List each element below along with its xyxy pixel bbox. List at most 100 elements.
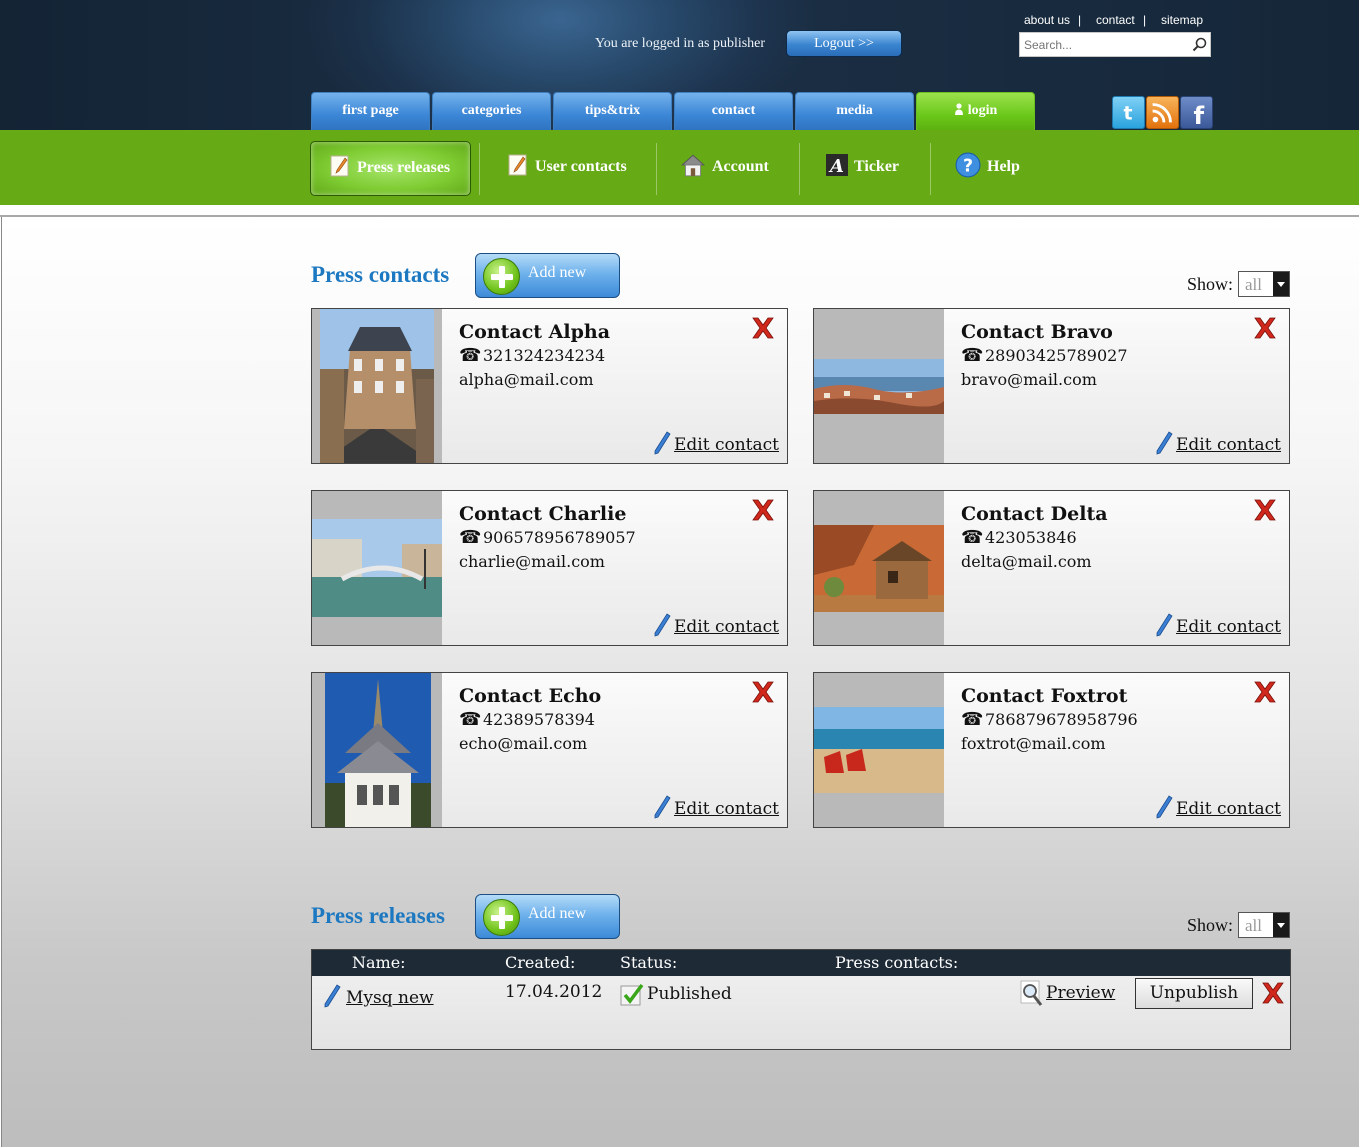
tab-login[interactable]: login [916, 92, 1035, 130]
subnav-ticker[interactable]: A Ticker [826, 141, 899, 196]
beach-chairs-photo [814, 707, 944, 793]
contact-name: Contact Bravo [961, 321, 1113, 343]
contact-email: bravo@mail.com [961, 370, 1097, 389]
subnav-user-contacts-label: User contacts [535, 158, 627, 175]
show-filter-label: Show: [1187, 915, 1234, 935]
contact-phone-number: 786879678958796 [985, 710, 1138, 729]
contact-photo-frame [312, 491, 442, 645]
subnav-user-contacts[interactable]: User contacts [507, 141, 627, 196]
show-filter-label: Show: [1187, 274, 1234, 294]
contact-card: Contact Bravo ☎28903425789027 bravo@mail… [813, 308, 1290, 464]
user-icon [954, 103, 963, 116]
top-link-about-us[interactable]: about us [1024, 13, 1070, 27]
edit-contact-label: Edit contact [674, 799, 779, 819]
search-box [1019, 32, 1211, 57]
edit-contact-label: Edit contact [1176, 617, 1281, 637]
preview-link[interactable]: Preview [1046, 983, 1115, 1003]
delete-icon[interactable] [1252, 315, 1278, 341]
contact-phone-number: 321324234234 [483, 346, 606, 365]
edit-contact-link[interactable]: Edit contact [1154, 794, 1281, 819]
table-header: Name: Created: Status: Press contacts: [312, 950, 1290, 976]
help-icon: ? [955, 152, 981, 178]
contact-phone: ☎423053846 [961, 527, 1077, 548]
contact-email: delta@mail.com [961, 552, 1092, 571]
delete-icon[interactable] [1252, 679, 1278, 705]
contact-email: alpha@mail.com [459, 370, 594, 389]
add-contact-label: Add new [528, 264, 587, 281]
rss-icon[interactable] [1146, 96, 1179, 129]
chevron-down-icon [1273, 913, 1289, 937]
contact-phone-number: 906578956789057 [483, 528, 636, 547]
pencil-icon [1156, 612, 1173, 637]
contacts-show-select[interactable]: all [1238, 271, 1290, 297]
select-value: all [1245, 916, 1262, 935]
subnav-press-releases[interactable]: Press releases [310, 141, 471, 196]
canal-bridge-photo [312, 519, 442, 617]
release-created-date: 17.04.2012 [505, 982, 603, 1002]
contact-phone-number: 42389578394 [483, 710, 595, 729]
release-status: Published [647, 984, 732, 1004]
svg-text:A: A [828, 156, 844, 176]
contact-card: Contact Alpha ☎321324234234 alpha@mail.c… [311, 308, 788, 464]
delete-icon[interactable] [750, 679, 776, 705]
contact-card: Contact Charlie ☎906578956789057 charlie… [311, 490, 788, 646]
subnav-account-label: Account [712, 158, 769, 175]
tab-login-label: login [967, 103, 998, 118]
search-input[interactable] [1024, 36, 1184, 54]
tab-media[interactable]: media [795, 92, 914, 130]
top-link-sitemap[interactable]: sitemap [1161, 13, 1203, 27]
temple-photo [325, 673, 431, 827]
edit-contact-link[interactable]: Edit contact [1154, 430, 1281, 455]
subnav-separator [656, 143, 657, 195]
contact-phone: ☎28903425789027 [961, 345, 1128, 366]
edit-contact-label: Edit contact [674, 435, 779, 455]
column-header-press-contacts: Press contacts: [835, 953, 959, 972]
tab-tips-trix[interactable]: tips&trix [553, 92, 672, 130]
subnav-separator [930, 143, 931, 195]
login-status-text: You are logged in as publisher [595, 36, 766, 51]
edit-contact-link[interactable]: Edit contact [1154, 612, 1281, 637]
delete-icon[interactable] [1260, 980, 1286, 1006]
releases-show-select[interactable]: all [1238, 912, 1290, 938]
unpublish-button[interactable]: Unpublish [1135, 978, 1253, 1009]
magnifier-icon[interactable] [1020, 980, 1044, 1008]
release-name-link[interactable]: Mysq new [346, 988, 434, 1008]
chevron-down-icon [1273, 272, 1289, 296]
subnav-separator [479, 143, 480, 195]
tab-categories[interactable]: categories [432, 92, 551, 130]
pencil-icon[interactable] [322, 984, 342, 1008]
edit-contact-link[interactable]: Edit contact [652, 794, 779, 819]
top-link-contact[interactable]: contact [1096, 13, 1135, 27]
edit-contact-label: Edit contact [674, 617, 779, 637]
delete-icon[interactable] [1252, 497, 1278, 523]
contact-phone: ☎321324234234 [459, 345, 605, 366]
top-link-separator: | [1078, 13, 1082, 27]
delete-icon[interactable] [750, 497, 776, 523]
subnav-ticker-label: Ticker [854, 158, 900, 175]
column-header-created: Created: [505, 953, 576, 972]
pencil-icon [1156, 430, 1173, 455]
subnav-account[interactable]: Account [680, 141, 769, 196]
house-icon [681, 154, 705, 177]
search-icon[interactable] [1191, 36, 1209, 54]
tab-contact[interactable]: contact [674, 92, 793, 130]
add-contact-button[interactable]: Add new [475, 253, 620, 298]
press-releases-title: Press releases [311, 903, 445, 928]
logout-button[interactable]: Logout >> [786, 30, 902, 57]
subnav-help[interactable]: ? Help [955, 141, 1020, 196]
tab-first-page[interactable]: first page [311, 92, 430, 130]
contact-phone-number: 28903425789027 [985, 346, 1128, 365]
coastal-town-photo [814, 359, 944, 414]
pencil-icon [654, 612, 671, 637]
contact-card: Contact Delta ☎423053846 delta@mail.com … [813, 490, 1290, 646]
svg-text:f: f [1194, 101, 1205, 128]
delete-icon[interactable] [750, 315, 776, 341]
facebook-icon[interactable]: f [1180, 96, 1213, 130]
edit-contact-link[interactable]: Edit contact [652, 430, 779, 455]
contact-email: charlie@mail.com [459, 552, 605, 571]
svg-text:?: ? [963, 157, 973, 177]
edit-contact-link[interactable]: Edit contact [652, 612, 779, 637]
add-release-button[interactable]: Add new [475, 894, 620, 939]
contact-photo-frame [814, 491, 944, 645]
twitter-icon[interactable]: t [1112, 96, 1145, 129]
